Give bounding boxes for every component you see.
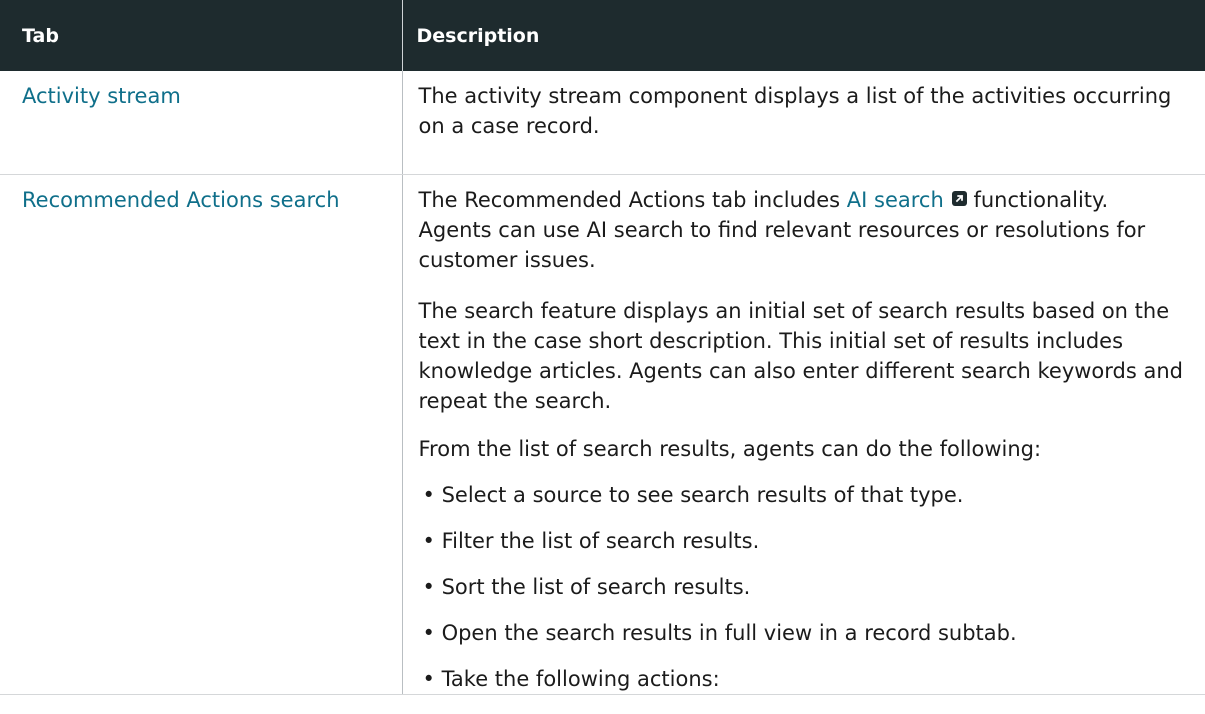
list-item: Sort the list of search results. (419, 572, 1186, 602)
tab-cell: Recommended Actions search (0, 174, 403, 695)
list-intro-paragraph: From the list of search results, agents … (418, 436, 1042, 461)
list-item: Select a source to see search results of… (419, 480, 1186, 510)
description-cell: The Recommended Actions tab includes AI … (402, 174, 1205, 695)
activity-stream-link[interactable]: Activity stream (22, 81, 181, 111)
ai-search-link-label: AI search (846, 187, 944, 212)
activity-stream-description: The activity stream component displays a… (418, 84, 1172, 138)
header-row: Tab Description (0, 0, 1205, 71)
column-header-description: Description (401, 0, 1205, 71)
recommended-actions-intro: The Recommended Actions tab includes AI … (419, 185, 1186, 275)
description-cell: The activity stream component displays a… (402, 71, 1205, 175)
tab-cell: Activity stream (0, 71, 403, 175)
agent-actions-list: Select a source to see search results of… (419, 480, 1186, 694)
intro-text-before-link: The Recommended Actions tab includes (418, 187, 847, 212)
table-row: Activity stream The activity stream comp… (0, 71, 1205, 175)
list-item: Take the following actions: (419, 664, 1186, 694)
recommended-actions-search-link[interactable]: Recommended Actions search (22, 185, 340, 215)
tabs-description-table: Tab Description Activity stream The acti… (0, 0, 1205, 695)
ai-search-link[interactable]: AI search (847, 188, 967, 212)
table-body: Activity stream The activity stream comp… (0, 71, 1205, 695)
column-header-tab: Tab (0, 0, 402, 71)
external-link-icon[interactable] (951, 190, 967, 206)
search-feature-paragraph: The search feature displays an initial s… (418, 298, 1184, 413)
table-header: Tab Description (0, 0, 1205, 71)
list-item: Open the search results in full view in … (419, 618, 1186, 648)
list-item: Filter the list of search results. (419, 526, 1186, 556)
table-row: Recommended Actions search The Recommend… (0, 174, 1205, 695)
